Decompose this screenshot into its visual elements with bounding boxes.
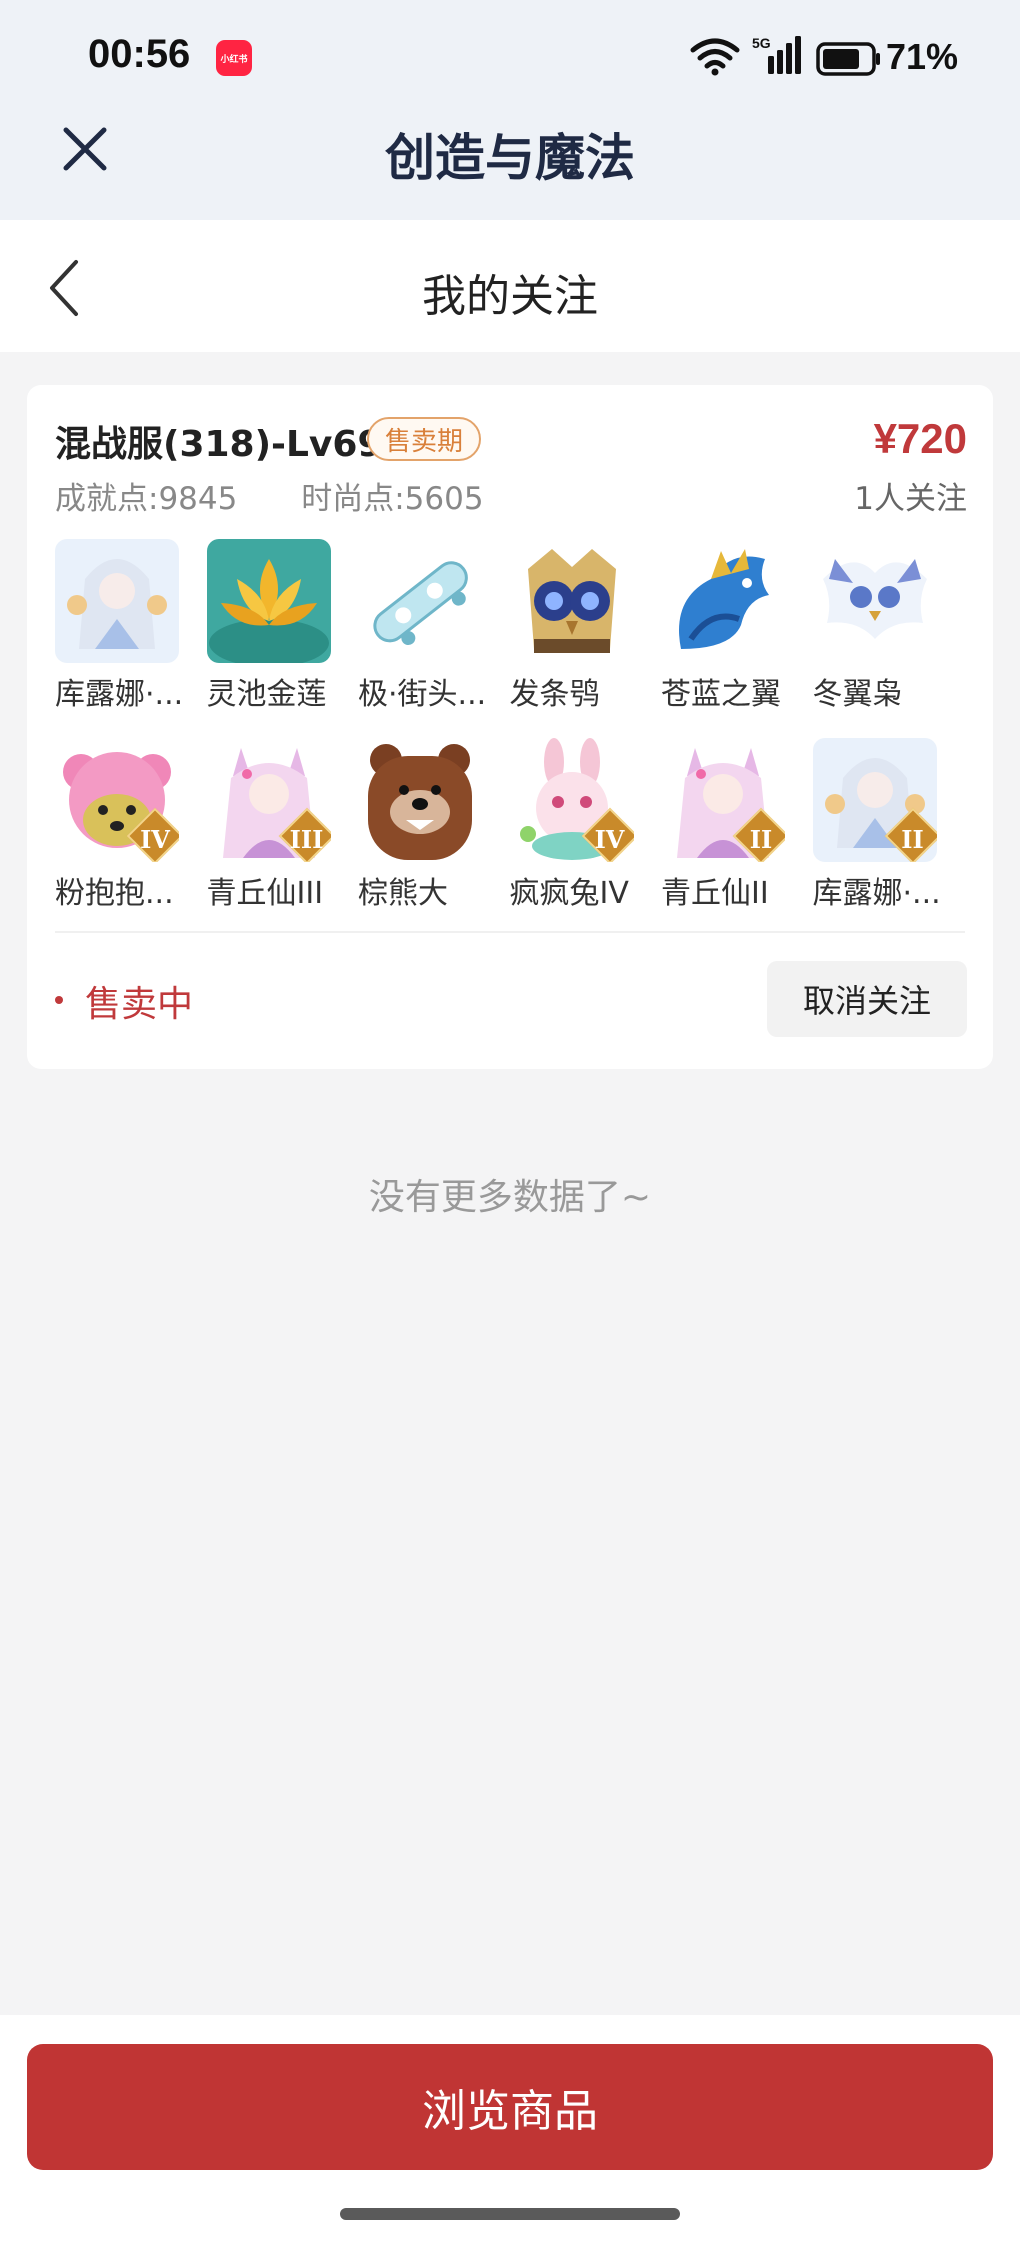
golden-lotus-icon	[206, 539, 331, 663]
app-title: 创造与魔法	[385, 129, 635, 187]
skateboard-icon	[358, 539, 482, 663]
item-tile[interactable]: 苍蓝之翼	[633, 539, 785, 713]
winter-owl-icon	[812, 539, 937, 663]
rank-label: IV	[140, 825, 170, 854]
item-tile[interactable]: 极·街头...	[330, 539, 486, 713]
ice-maiden-icon: II	[812, 738, 937, 862]
no-more-data-note: 没有更多数据了~	[368, 1177, 652, 1218]
sale-period-badge: 售卖期	[367, 417, 482, 461]
ice-maiden-icon	[55, 539, 179, 663]
status-dot	[55, 996, 63, 1004]
fashion-points: 时尚点:5605	[301, 481, 484, 517]
azure-wing-dragon-icon	[661, 539, 785, 663]
golden-lotus-icon-art	[206, 539, 331, 663]
listing-price: ¥720	[873, 415, 967, 462]
rank-label: II	[749, 825, 773, 854]
wifi-icon	[690, 38, 740, 76]
item-tile[interactable]: II 库露娜·...	[785, 738, 941, 912]
fox-fairy-icon: II	[661, 738, 785, 862]
brown-bear-icon-art	[358, 738, 482, 862]
item-tile[interactable]: IV 疯疯兔IV	[482, 738, 634, 912]
item-name: 冬翼枭	[812, 677, 903, 712]
battery-percentage: 71%	[886, 36, 959, 77]
rank-label: II	[901, 825, 924, 854]
xiaohongshu-app-icon: 小红书	[216, 40, 252, 76]
svg-text:5G: 5G	[752, 35, 771, 51]
winter-owl-icon-art	[812, 539, 937, 663]
clockwork-owl-icon	[509, 539, 634, 663]
followed-listing-card[interactable]: 混战服(318)-Lv69 售卖期 ¥720 成就点:9845 时尚点:5605…	[27, 385, 993, 1069]
status-time: 00:56	[88, 32, 191, 76]
top-area: 00:56 小红书 5G 71% 创造与魔法	[0, 0, 1020, 220]
server-level: 混战服(318)-Lv69	[55, 424, 383, 465]
item-tile[interactable]: II 青丘仙II	[633, 738, 785, 912]
item-tile[interactable]: III 青丘仙III	[179, 738, 331, 912]
5g-signal-icon: 5G	[752, 35, 801, 74]
bottom-bar: 浏览商品	[0, 2015, 1020, 2241]
item-tile[interactable]: 冬翼枭	[785, 539, 937, 713]
item-tile[interactable]: 灵池金莲	[179, 539, 331, 713]
item-tile[interactable]: 库露娜·...	[27, 539, 183, 713]
unfollow-button[interactable]: 取消关注	[767, 961, 967, 1037]
rank-label: III	[289, 825, 324, 854]
crazy-rabbit-icon: IV	[509, 738, 634, 862]
page-title: 我的关注	[422, 271, 598, 322]
skateboard-icon-art	[358, 539, 482, 663]
brown-bear-icon	[358, 738, 482, 862]
follower-count: 1人关注	[854, 481, 967, 517]
azure-wing-dragon-icon-art	[661, 539, 785, 663]
battery-icon	[816, 42, 880, 76]
rank-label: IV	[594, 825, 625, 854]
home-indicator	[340, 2208, 680, 2220]
item-name: 库露娜·...	[812, 876, 941, 911]
item-tile[interactable]: 棕熊大	[330, 738, 482, 912]
clockwork-owl-icon-art	[509, 539, 634, 663]
ice-maiden-icon-art	[55, 539, 179, 663]
pink-bear-icon: IV	[55, 738, 179, 862]
page-header: 我的关注	[0, 220, 1020, 352]
item-tile[interactable]: 发条鸮	[482, 539, 634, 713]
listing-status: 售卖中	[85, 984, 194, 1025]
status-bar: 00:56 小红书 5G 71%	[0, 0, 1020, 115]
listing-stats: 成就点:9845 时尚点:5605	[55, 473, 538, 518]
divider	[55, 931, 965, 933]
fox-fairy-icon: III	[206, 738, 331, 862]
browse-products-button[interactable]: 浏览商品	[27, 2044, 993, 2170]
achievement-points: 成就点:9845	[55, 481, 238, 517]
item-tile[interactable]: IV 粉抱抱...	[27, 738, 179, 912]
